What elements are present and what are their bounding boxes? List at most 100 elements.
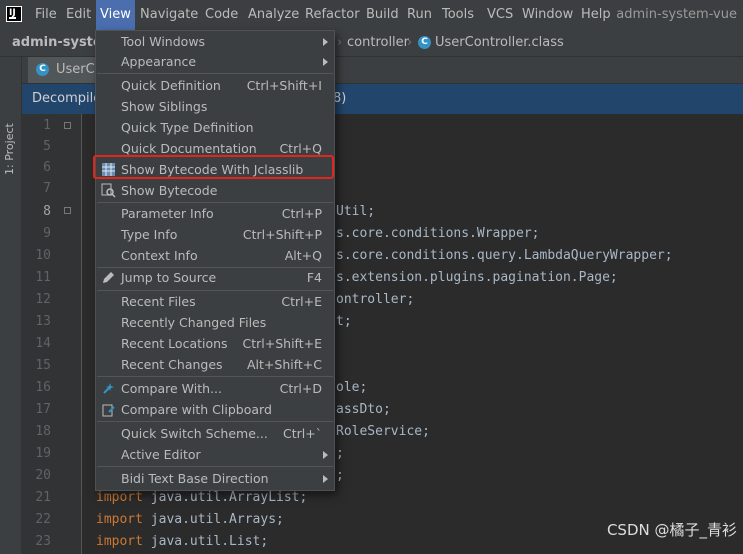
submenu-arrow-icon	[323, 475, 328, 483]
code-line: ;	[336, 446, 344, 461]
menu-item-label: Active Editor	[121, 447, 201, 462]
project-tool-window-button[interactable]: 1: Project	[3, 123, 16, 175]
menu-item-parameter-info[interactable]: Parameter Info Ctrl+P	[96, 203, 334, 224]
line-number: 10	[35, 248, 51, 263]
line-number: 6	[43, 160, 51, 175]
line-number: 17	[35, 402, 51, 417]
menu-item-label: Recent Locations	[121, 336, 228, 351]
breadcrumb-separator-icon: ›	[337, 35, 343, 50]
menu-item-label: Recent Changes	[121, 357, 223, 372]
menu-item-compare-with-clipboard[interactable]: Compare with Clipboard	[96, 399, 334, 420]
line-number: 7	[43, 181, 51, 196]
menu-item-shortcut: F4	[306, 270, 322, 285]
menu-file[interactable]: File	[35, 0, 57, 30]
left-tool-strip: 1: Project	[0, 57, 22, 554]
menu-item-label: Compare with Clipboard	[121, 402, 272, 417]
breadcrumb-class[interactable]: UserController.class	[435, 30, 564, 56]
menu-item-label: Appearance	[121, 54, 197, 69]
menu-item-recent-files[interactable]: Recent Files Ctrl+E	[96, 291, 334, 312]
menu-item-active-editor[interactable]: Active Editor	[96, 444, 334, 465]
menu-separator	[97, 73, 333, 74]
window-title: admin-system-vue	[616, 7, 737, 22]
menu-item-label: Type Info	[121, 227, 178, 242]
menu-tools[interactable]: Tools	[442, 0, 474, 30]
line-number: 12	[35, 292, 51, 307]
line-number: 19	[35, 446, 51, 461]
import-path: java.util.ArrayList;	[142, 490, 308, 505]
menu-run[interactable]: Run	[407, 0, 432, 30]
code-line-import: import java.util.Arrays;	[96, 512, 284, 527]
menu-item-type-info[interactable]: Type Info Ctrl+Shift+P	[96, 224, 334, 245]
line-number: 13	[35, 314, 51, 329]
view-menu-dropdown: Tool Windows Appearance Quick Definition…	[95, 30, 335, 491]
fold-marker-icon[interactable]	[64, 122, 71, 129]
menu-item-bidi-text-direction[interactable]: Bidi Text Base Direction	[96, 468, 334, 489]
code-line-import: import java.util.List;	[96, 534, 268, 549]
menu-analyze[interactable]: Analyze	[248, 0, 299, 30]
line-number: 11	[35, 270, 51, 285]
line-number: 15	[35, 358, 51, 373]
menu-item-shortcut: Ctrl+D	[279, 381, 322, 396]
class-icon: C	[36, 63, 49, 76]
pencil-icon	[101, 270, 116, 285]
line-number: 9	[43, 226, 51, 241]
menu-item-label: Tool Windows	[121, 34, 206, 49]
code-line: t;	[336, 314, 352, 329]
code-line: s.core.conditions.query.LambdaQueryWrapp…	[336, 248, 673, 263]
line-number: 22	[35, 512, 51, 527]
menu-item-label: Bidi Text Base Direction	[121, 471, 269, 486]
watermark: CSDN @橘子_青衫	[606, 521, 737, 539]
menu-item-appearance[interactable]: Appearance	[96, 51, 334, 72]
menu-item-quick-definition[interactable]: Quick Definition Ctrl+Shift+I	[96, 75, 334, 96]
menu-build[interactable]: Build	[366, 0, 399, 30]
menu-item-jump-to-source[interactable]: Jump to Source F4	[96, 267, 334, 288]
line-number-gutter: 1 5 6 7 8 9 10 11 12 13 14 15 16 17 18 1…	[22, 114, 82, 554]
line-number: 5	[43, 139, 51, 154]
line-number: 14	[35, 336, 51, 351]
menu-item-label: Recent Files	[121, 294, 196, 309]
menu-edit[interactable]: Edit	[66, 0, 91, 30]
menu-view[interactable]: View	[96, 0, 135, 30]
menu-navigate[interactable]: Navigate	[140, 0, 198, 30]
menu-item-show-bytecode[interactable]: Show Bytecode	[96, 180, 334, 201]
intellij-logo-icon: IJ	[6, 6, 22, 22]
menu-item-shortcut: Alt+Shift+C	[246, 357, 322, 372]
menu-help[interactable]: Help	[581, 0, 611, 30]
code-line: ontroller;	[336, 292, 415, 307]
banner-text: Decompile	[32, 91, 102, 106]
code-line-import: import java.util.ArrayList;	[96, 490, 307, 505]
fold-marker-icon[interactable]	[64, 207, 71, 214]
menu-item-label: Context Info	[121, 248, 198, 263]
import-path: java.util.Arrays;	[142, 512, 284, 527]
menu-item-recently-changed-files[interactable]: Recently Changed Files	[96, 312, 334, 333]
menu-separator	[97, 376, 333, 377]
menu-item-recent-changes[interactable]: Recent Changes Alt+Shift+C	[96, 354, 334, 375]
keyword-import: import	[96, 534, 143, 549]
menu-item-label: Recently Changed Files	[121, 315, 267, 330]
menu-item-shortcut: Ctrl+P	[281, 206, 322, 221]
menu-window[interactable]: Window	[522, 0, 573, 30]
menu-item-quick-type-definition[interactable]: Quick Type Definition	[96, 117, 334, 138]
breadcrumb-controller[interactable]: controller	[347, 30, 409, 56]
menu-code[interactable]: Code	[205, 0, 238, 30]
menu-separator	[97, 421, 333, 422]
line-number: 21	[35, 490, 51, 505]
menu-item-quick-switch-scheme[interactable]: Quick Switch Scheme... Ctrl+`	[96, 423, 334, 444]
menu-item-label: Parameter Info	[121, 206, 214, 221]
menu-item-label: Compare With...	[121, 381, 222, 396]
menu-item-recent-locations[interactable]: Recent Locations Ctrl+Shift+E	[96, 333, 334, 354]
class-icon: C	[418, 36, 431, 49]
menu-item-show-siblings[interactable]: Show Siblings	[96, 96, 334, 117]
compare-icon	[101, 381, 116, 396]
menu-item-context-info[interactable]: Context Info Alt+Q	[96, 245, 334, 266]
code-line: ole;	[336, 380, 368, 395]
menu-item-shortcut: Alt+Q	[284, 248, 322, 263]
menu-item-label: Quick Type Definition	[121, 120, 254, 135]
menu-item-shortcut: Ctrl+Shift+I	[246, 78, 322, 93]
menu-vcs[interactable]: VCS	[487, 0, 513, 30]
menu-refactor[interactable]: Refactor	[305, 0, 360, 30]
menu-item-compare-with[interactable]: Compare With... Ctrl+D	[96, 378, 334, 399]
menu-item-tool-windows[interactable]: Tool Windows	[96, 31, 334, 52]
line-number: 20	[35, 468, 51, 483]
menu-item-shortcut: Ctrl+Shift+P	[242, 227, 322, 242]
